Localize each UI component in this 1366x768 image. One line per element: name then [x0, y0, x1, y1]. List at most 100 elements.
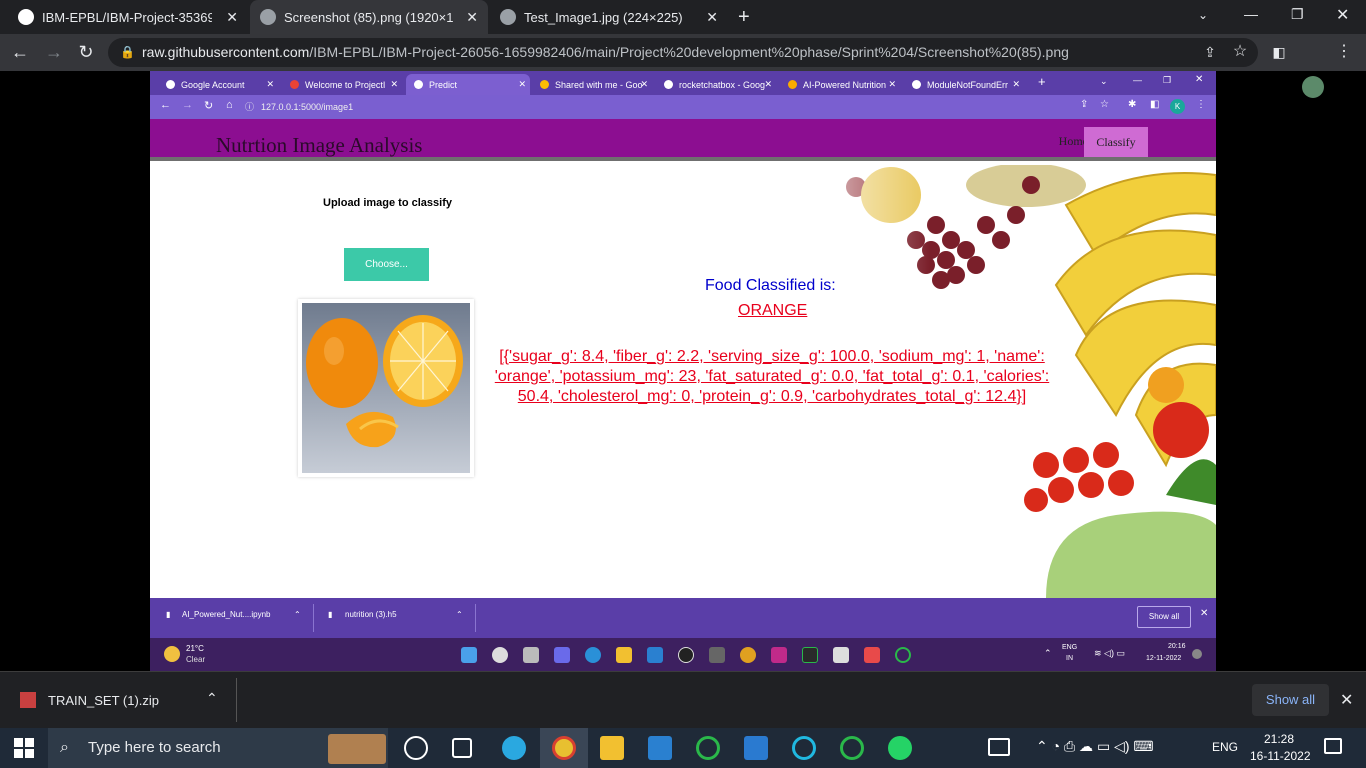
chrome-icon[interactable] — [552, 736, 576, 760]
side-panel-icon[interactable]: ◧ — [1267, 40, 1291, 64]
clock-date: 12-11-2022 — [1146, 655, 1182, 662]
file-explorer-icon[interactable] — [600, 736, 624, 760]
close-icon[interactable]: ✕ — [1340, 690, 1353, 710]
taskbar-search-input[interactable]: ⌕ Type here to search — [48, 728, 388, 768]
outer-tab-github[interactable]: IBM-EPBL/IBM-Project-35369-16 ✕ — [8, 0, 248, 34]
profile-avatar: K — [1170, 99, 1185, 114]
share-icon: ⇪ — [1080, 99, 1089, 110]
tab-label: IBM-EPBL/IBM-Project-35369-16 — [42, 9, 212, 25]
minimize-icon: — — [1133, 75, 1142, 85]
restore-icon[interactable]: ❐ — [1291, 6, 1304, 23]
weather-desc: Clear — [186, 655, 206, 664]
vscode-icon[interactable] — [744, 736, 768, 760]
cortana-icon[interactable] — [404, 736, 428, 760]
weather-moon-icon — [164, 646, 180, 662]
close-icon[interactable]: ✕ — [226, 9, 238, 26]
inner-toolbar: ← → ↻ ⌂ ⓘ 127.0.0.1:5000/image1 ⇪ ☆ ✱ ◧ … — [150, 95, 1216, 119]
url-path: /IBM-EPBL/IBM-Project-26056-1659982406/m… — [309, 44, 1069, 60]
share-icon[interactable]: ⇪ — [1198, 40, 1222, 64]
close-icon: ✕ — [888, 79, 896, 89]
outer-tab-screenshot[interactable]: Screenshot (85).png (1920×1080) ✕ — [250, 0, 488, 34]
weather-temp: 21°C — [186, 644, 204, 653]
loading-app-icon[interactable] — [840, 736, 864, 760]
news-widget-icon[interactable] — [988, 738, 1010, 756]
lock-icon: 🔒 — [120, 45, 135, 59]
clock-time: 20:16 — [1168, 643, 1186, 650]
chat-icon — [554, 647, 570, 663]
bookmark-star-icon[interactable]: ☆ — [1228, 40, 1252, 64]
inner-downloads-bar: ▮ AI_Powered_Nut....ipynb ⌃ ▮ nutrition … — [150, 598, 1216, 638]
bookmark-star-icon: ☆ — [1100, 99, 1109, 110]
edge-icon[interactable] — [502, 736, 526, 760]
result-heading: Food Classified is: — [705, 277, 836, 294]
tab-label: Google Account — [181, 79, 245, 90]
site-header: Nutrtion Image Analysis Home Classify — [150, 119, 1216, 161]
globe-icon — [414, 80, 423, 89]
inner-tab-welcome: Welcome to ProjectI ✕ — [282, 74, 402, 95]
new-tab-button[interactable]: + — [738, 6, 750, 29]
search-icon: ⌕ — [60, 739, 69, 756]
app-icon — [833, 647, 849, 663]
reload-icon[interactable]: ↻ — [74, 40, 98, 64]
dell-icon — [678, 647, 694, 663]
alexa-icon[interactable] — [792, 736, 816, 760]
outer-tab-test-image[interactable]: Test_Image1.jpg (224×225) ✕ — [490, 0, 728, 34]
chevron-up-icon[interactable]: ⌃ — [206, 690, 218, 707]
download-item-label: nutrition (3).h5 — [345, 610, 397, 619]
minimize-icon[interactable]: — — [1244, 6, 1258, 22]
search-placeholder: Type here to search — [88, 739, 221, 756]
start-icon — [461, 647, 477, 663]
show-all-button[interactable]: Show all — [1252, 684, 1329, 716]
drive-icon — [540, 80, 549, 89]
upload-label: Upload image to classify — [323, 197, 452, 209]
language: ENG — [1062, 644, 1078, 651]
windows-start-icon[interactable] — [14, 738, 34, 758]
outer-toolbar: ← → ↻ 🔒 raw.githubusercontent.com/IBM-EP… — [0, 34, 1366, 98]
close-window-icon[interactable]: ✕ — [1336, 5, 1349, 25]
windows-taskbar: ⌕ Type here to search ⌃ ◔ ⎙ ☁ ▭ ◁) ⌨ ENG… — [0, 728, 1366, 768]
file-icon: ▮ — [328, 610, 333, 619]
inner-address-bar: ⓘ 127.0.0.1:5000/image1 — [245, 98, 1095, 116]
inner-tab-google-account: Google Account ✕ — [158, 74, 278, 95]
close-icon: ✕ — [640, 79, 648, 89]
nav-classify-link[interactable]: Classify — [1084, 127, 1148, 157]
close-icon: ✕ — [1200, 608, 1209, 619]
site-title: Nutrtion Image Analysis — [216, 133, 423, 157]
github-icon — [18, 9, 34, 25]
close-icon[interactable]: ✕ — [466, 9, 478, 26]
system-tray-icons[interactable]: ⌃ ◔ ⎙ ☁ ▭ ◁) ⌨ — [1036, 738, 1154, 755]
wifi-sound-battery-icons: ≋ ◁) ▭ — [1094, 648, 1125, 658]
back-icon[interactable]: ← — [8, 40, 32, 64]
outer-tab-strip: IBM-EPBL/IBM-Project-35369-16 ✕ Screensh… — [0, 0, 1366, 34]
menu-icon[interactable]: ⋮ — [1332, 40, 1356, 64]
extensions-icon: ✱ — [1128, 99, 1137, 110]
task-view-icon[interactable] — [452, 738, 472, 758]
tab-search-icon: ⌄ — [1100, 76, 1108, 86]
notification-icon[interactable] — [1324, 738, 1342, 754]
divider — [236, 678, 237, 722]
notification-icon — [1192, 649, 1202, 659]
download-item-label[interactable]: TRAIN_SET (1).zip — [48, 693, 159, 708]
loading-icon — [895, 647, 911, 663]
back-icon: ← — [160, 99, 171, 111]
close-icon: ✕ — [390, 79, 398, 89]
tab-search-icon[interactable]: ⌄ — [1198, 8, 1208, 22]
loading-app-icon[interactable] — [696, 736, 720, 760]
forward-icon: → — [182, 99, 193, 111]
mail-icon[interactable] — [648, 736, 672, 760]
forward-icon[interactable]: → — [42, 40, 66, 64]
clock-date[interactable]: 16-11-2022 — [1250, 749, 1311, 763]
close-icon[interactable]: ✕ — [706, 9, 718, 26]
google-icon — [664, 80, 673, 89]
address-bar[interactable]: 🔒 raw.githubusercontent.com/IBM-EPBL/IBM… — [108, 38, 1258, 67]
tab-label: Shared with me - Goo — [555, 79, 643, 90]
divider — [475, 604, 476, 632]
whatsapp-icon[interactable] — [888, 736, 912, 760]
inner-tab-predict: Predict ✕ — [406, 74, 530, 95]
globe-icon — [500, 9, 516, 25]
info-icon: ⓘ — [245, 102, 255, 112]
choose-file-button[interactable]: Choose... — [344, 248, 429, 281]
profile-avatar[interactable] — [1302, 76, 1324, 98]
language[interactable]: ENG — [1212, 740, 1238, 754]
clock-time[interactable]: 21:28 — [1264, 732, 1294, 746]
